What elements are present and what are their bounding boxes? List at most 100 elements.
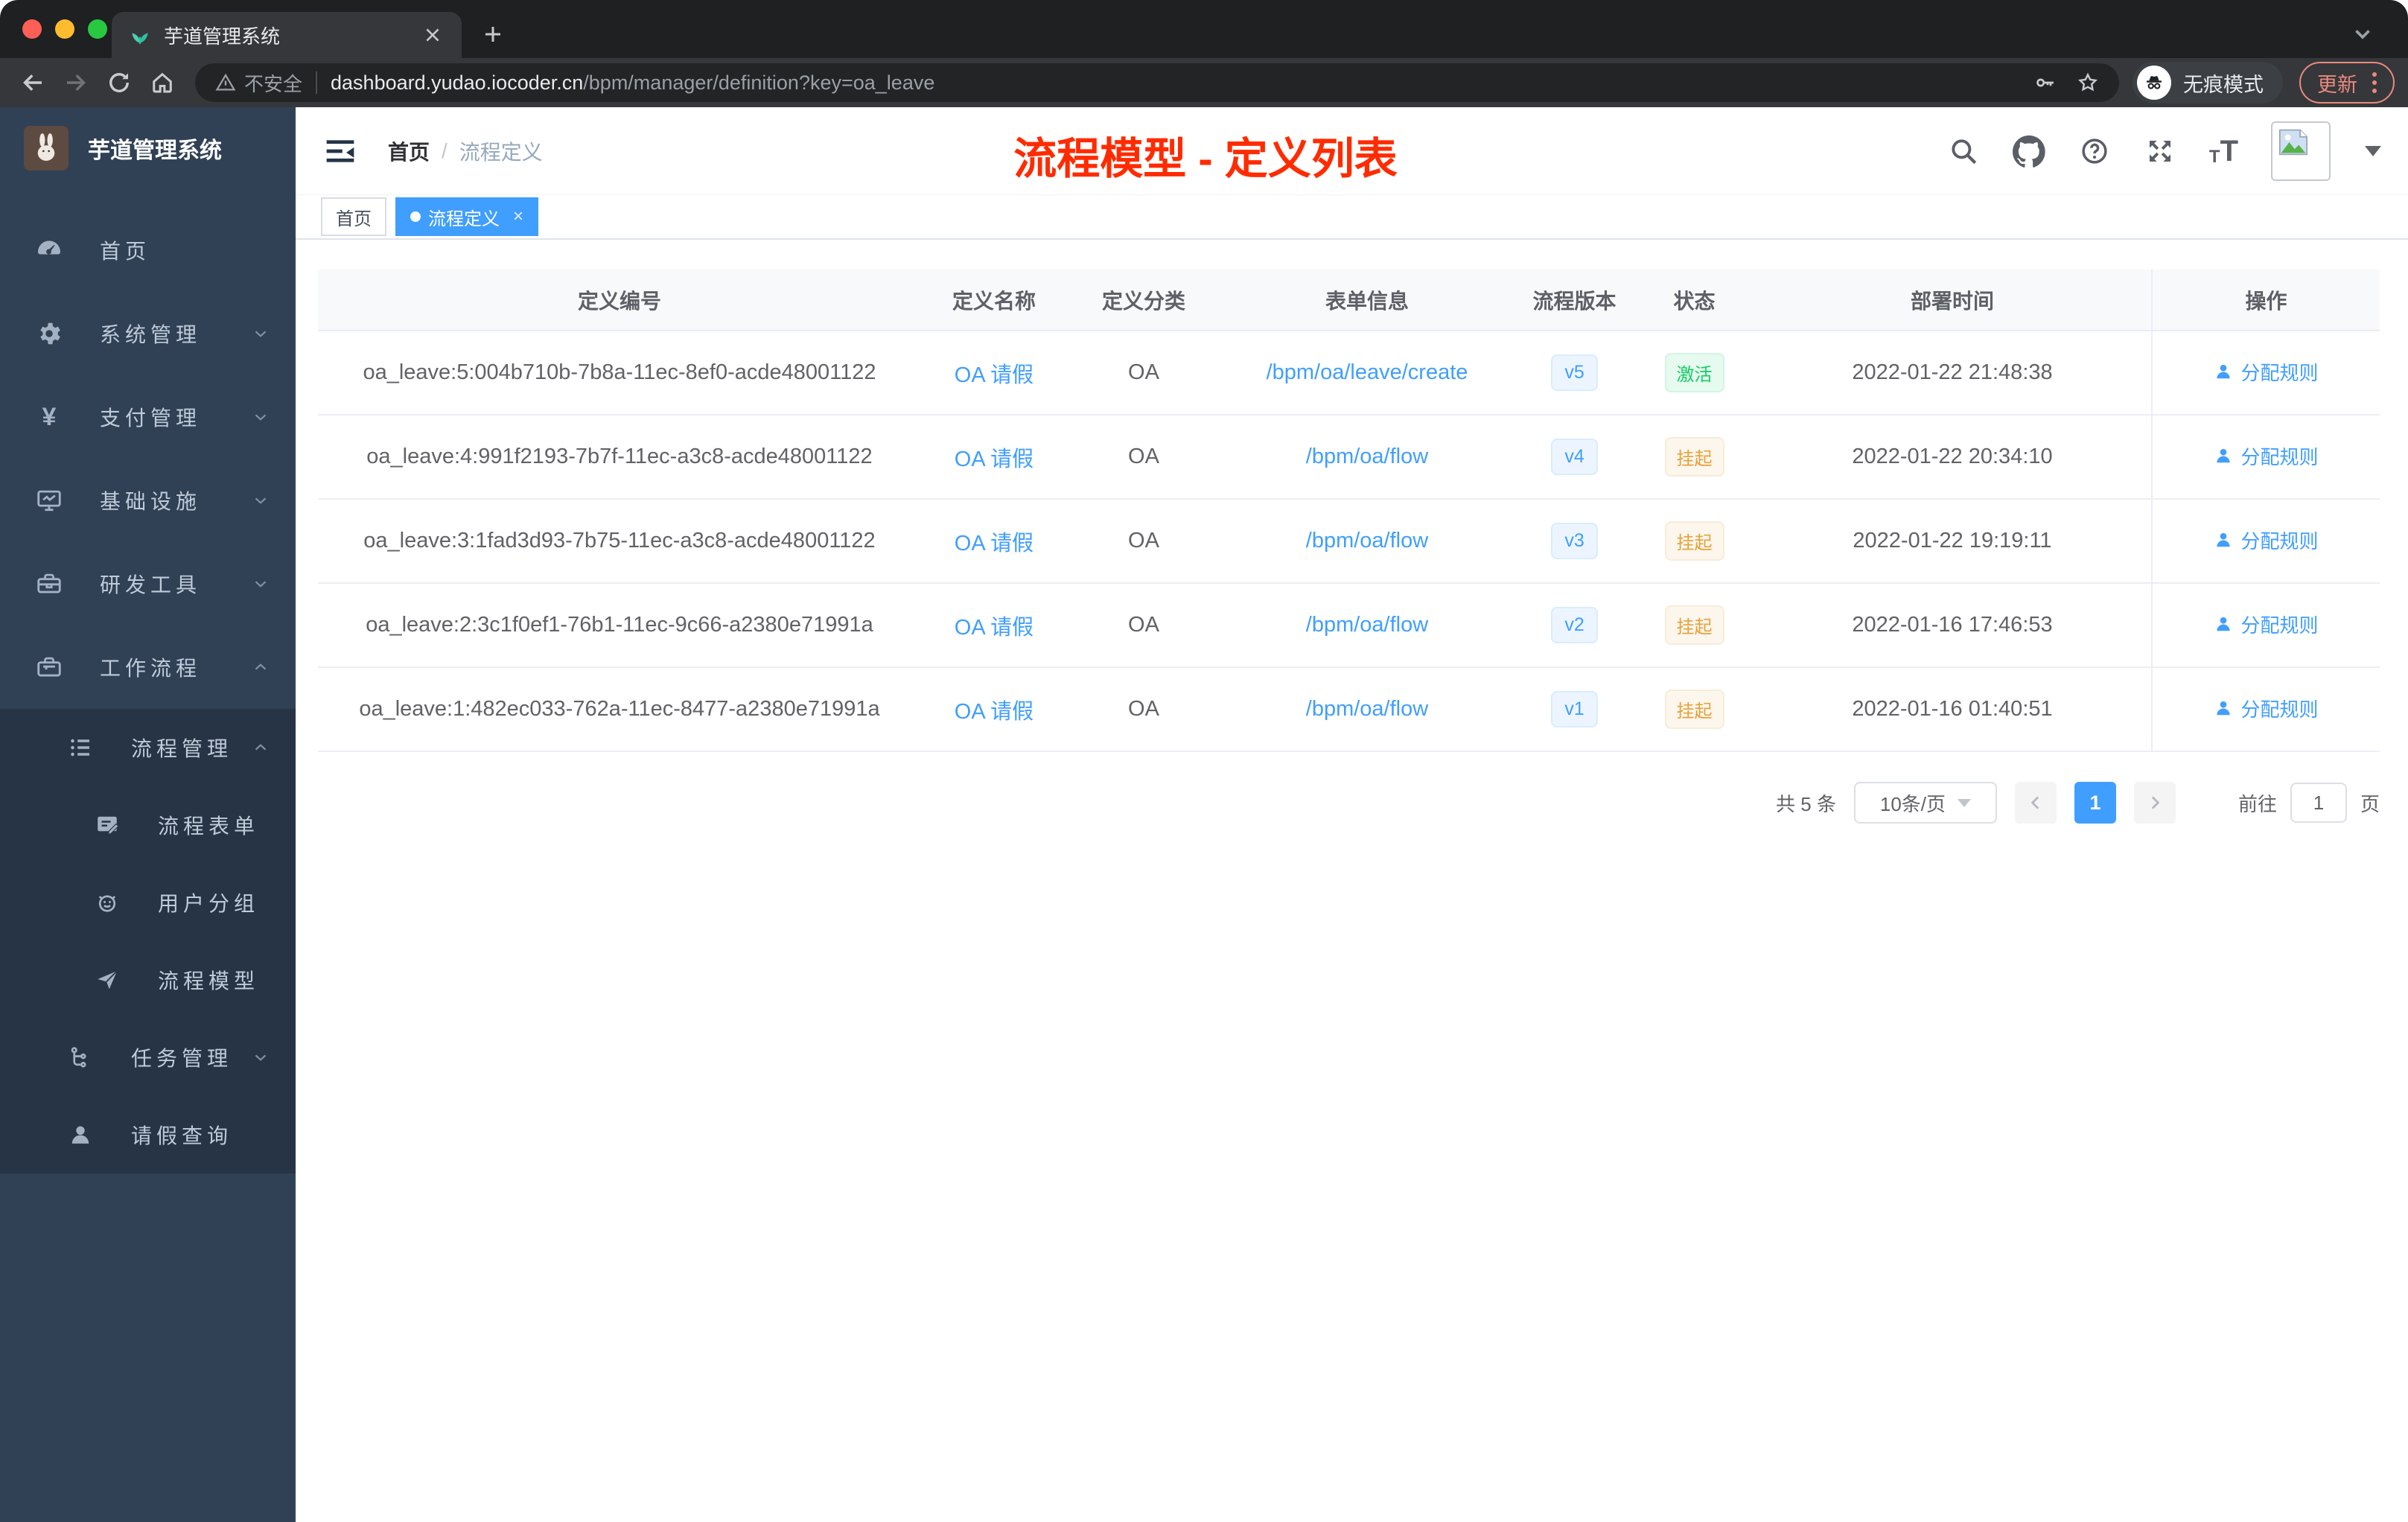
monitor-icon [34, 485, 64, 515]
status-badge: 挂起 [1664, 437, 1724, 477]
sidebar-item-system[interactable]: 系统管理 [0, 292, 296, 375]
breadcrumb-home[interactable]: 首页 [388, 136, 430, 166]
status-badge: 挂起 [1664, 690, 1724, 729]
col-definition-id: 定义编号 [318, 270, 921, 331]
cell-definition-id: oa_leave:3:1fad3d93-7b75-11ec-a3c8-acde4… [318, 499, 921, 584]
user-icon [2217, 365, 2231, 379]
font-size-icon[interactable]: TT [2209, 136, 2238, 166]
assign-rule-link[interactable]: 分配规则 [2214, 442, 2319, 470]
table-header-row: 定义编号 定义名称 定义分类 表单信息 流程版本 状态 部署时间 操作 [318, 270, 2380, 331]
status-badge: 挂起 [1664, 521, 1724, 561]
sidebar-menu: 首页 系统管理 ¥ 支付管理 基础设施 研发工具 工作流程 流程管理 流程表单 … [0, 208, 296, 1174]
col-deploy-time: 部署时间 [1754, 270, 2152, 331]
assign-rule-link[interactable]: 分配规则 [2214, 611, 2319, 638]
sidebar-item-payment[interactable]: ¥ 支付管理 [0, 375, 296, 459]
assign-rule-link[interactable]: 分配规则 [2214, 358, 2319, 386]
sidebar-item-label: 基础设施 [100, 490, 202, 513]
search-icon[interactable] [1947, 135, 1980, 168]
definition-name-link[interactable]: OA 请假 [955, 700, 1033, 724]
form-link[interactable]: /bpm/oa/flow [1306, 613, 1428, 637]
sidebar-item-process-model[interactable]: 流程模型 [0, 941, 296, 1019]
sidebar-item-home[interactable]: 首页 [0, 208, 296, 292]
definition-table: 定义编号 定义名称 定义分类 表单信息 流程版本 状态 部署时间 操作 oa_l [318, 270, 2380, 752]
security-label[interactable]: 不安全 [244, 69, 302, 97]
password-key-icon[interactable] [2033, 71, 2057, 95]
yen-icon: ¥ [42, 402, 57, 431]
definition-name-link[interactable]: OA 请假 [955, 532, 1033, 555]
sidebar-item-infrastructure[interactable]: 基础设施 [0, 459, 296, 542]
sidebar-item-task-management[interactable]: 任务管理 [0, 1019, 296, 1096]
annotation-title: 流程模型 - 定义列表 [1013, 135, 1398, 183]
sidebar-logo-row[interactable]: 芋道管理系统 [0, 107, 296, 189]
page-unit-label: 页 [2360, 792, 2380, 815]
form-link[interactable]: /bpm/oa/flow [1306, 697, 1428, 721]
tab-close-icon[interactable] [420, 22, 445, 48]
tab-list-chevron-icon[interactable] [2350, 21, 2375, 50]
avatar-dropdown-caret-icon[interactable] [2365, 145, 2381, 156]
cell-deploy-time: 2022-01-22 20:34:10 [1754, 415, 2152, 500]
close-window-button[interactable] [22, 19, 42, 39]
current-page-button[interactable]: 1 [2074, 782, 2116, 824]
reload-button[interactable] [100, 63, 138, 102]
help-icon[interactable] [2078, 135, 2111, 168]
navbar-actions: TT [1947, 121, 2381, 181]
sidebar-item-dev-tools[interactable]: 研发工具 [0, 542, 296, 625]
status-badge: 挂起 [1664, 605, 1724, 645]
browser-menu-icon[interactable] [2372, 72, 2377, 93]
chevron-up-icon [251, 657, 270, 677]
sidebar-item-label: 支付管理 [100, 407, 202, 430]
sidebar-item-process-form[interactable]: 流程表单 [0, 786, 296, 864]
sidebar-item-process-management[interactable]: 流程管理 [0, 709, 296, 786]
user-icon [2217, 533, 2231, 547]
minimize-window-button[interactable] [55, 19, 74, 39]
sidebar-item-workflow[interactable]: 工作流程 [0, 625, 296, 709]
prev-page-button[interactable] [2014, 782, 2057, 824]
assign-rule-link[interactable]: 分配规则 [2214, 695, 2319, 722]
forward-button[interactable] [57, 63, 95, 102]
maximize-window-button[interactable] [88, 19, 107, 39]
tag-close-icon[interactable]: × [513, 206, 523, 227]
page-size-select[interactable]: 10条/页 [1853, 782, 1997, 824]
chrome-update-button[interactable]: 更新 [2299, 62, 2395, 104]
fullscreen-icon[interactable] [2144, 135, 2176, 168]
assign-rule-link[interactable]: 分配规则 [2214, 526, 2319, 554]
breadcrumb-current: 流程定义 [459, 140, 543, 164]
github-icon[interactable] [2012, 135, 2045, 168]
next-page-button[interactable] [2133, 782, 2176, 824]
table-row: oa_leave:4:991f2193-7b7f-11ec-a3c8-acde4… [318, 415, 2380, 500]
form-link[interactable]: /bpm/oa/flow [1306, 445, 1428, 468]
incognito-icon [2137, 66, 2171, 100]
definition-name-link[interactable]: OA 请假 [955, 448, 1033, 471]
avatar-broken-image[interactable] [2271, 121, 2331, 181]
chevron-up-icon [251, 738, 270, 757]
definition-name-link[interactable]: OA 请假 [955, 616, 1033, 640]
address-bar[interactable]: 不安全 dashboard.yudao.iocoder.cn/bpm/manag… [195, 63, 2119, 102]
app-page: 芋道管理系统 首页 系统管理 ¥ 支付管理 基础设施 研发工具 工作流程 流程管… [0, 107, 2408, 1522]
home-button[interactable] [143, 63, 182, 102]
browser-window: 芋道管理系统 不安全 dashboard.yudao.iocoder.cn /b… [0, 0, 2408, 1522]
sidebar-collapse-icon[interactable] [322, 133, 358, 169]
tag-home[interactable]: 首页 [321, 197, 386, 236]
form-link[interactable]: /bpm/oa/leave/create [1267, 360, 1468, 384]
back-button[interactable] [13, 63, 52, 102]
goto-page-input[interactable] [2290, 783, 2347, 823]
gear-icon [34, 319, 64, 348]
chevron-down-icon [251, 1048, 270, 1067]
dashboard-icon [34, 235, 64, 265]
sidebar-item-user-group[interactable]: 用户分组 [0, 864, 296, 941]
tag-process-definition[interactable]: 流程定义 × [395, 197, 539, 236]
new-tab-button[interactable] [472, 13, 514, 55]
url-divider [316, 71, 318, 94]
form-link[interactable]: /bpm/oa/flow [1306, 529, 1428, 553]
col-form-info: 表单信息 [1220, 270, 1514, 331]
cell-deploy-time: 2022-01-22 21:48:38 [1754, 331, 2152, 415]
browser-tab[interactable]: 芋道管理系统 [112, 12, 462, 58]
sidebar-item-leave-query[interactable]: 请假查询 [0, 1096, 296, 1174]
bookmark-star-icon[interactable] [2076, 71, 2100, 95]
definition-name-link[interactable]: OA 请假 [955, 363, 1033, 387]
toolbox-icon [34, 569, 64, 599]
col-status: 状态 [1635, 270, 1754, 331]
content-area: 定义编号 定义名称 定义分类 表单信息 流程版本 状态 部署时间 操作 oa_l [296, 240, 2408, 1522]
org-tree-icon [66, 1042, 95, 1072]
cell-category: OA [1066, 415, 1220, 500]
